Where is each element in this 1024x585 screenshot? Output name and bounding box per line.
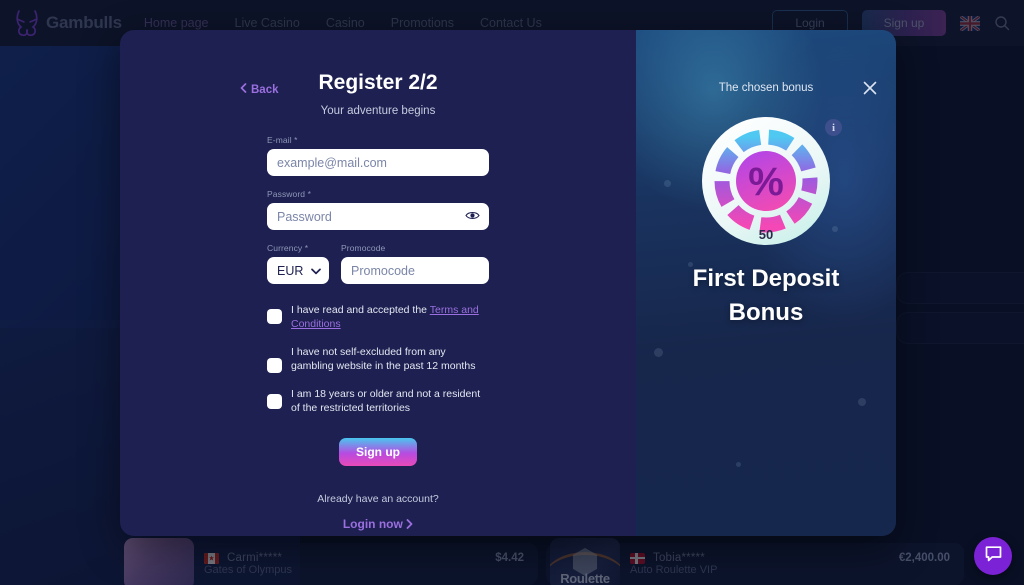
- bonus-title-line2: Bonus: [728, 299, 804, 327]
- page-title: Register 2/2: [318, 71, 438, 94]
- password-label: Password *: [267, 189, 311, 199]
- consent-checkboxes: I have read and accepted the Terms and C…: [267, 304, 489, 416]
- register-modal: Back Register 2/2 Your adventure begins …: [120, 30, 896, 536]
- checkbox-row-self-exclusion: I have not self-excluded from any gambli…: [267, 346, 489, 374]
- bubble-decoration: [858, 398, 866, 406]
- email-label: E-mail *: [267, 135, 298, 145]
- chevron-right-icon: [406, 517, 413, 531]
- eye-icon[interactable]: [465, 208, 480, 226]
- bubble-decoration: [654, 348, 663, 357]
- bonus-panel-title: The chosen bonus: [718, 82, 814, 94]
- app-root: Carmi***** $4.42 Gates of Olympus Roulet…: [0, 0, 1024, 585]
- email-input[interactable]: [267, 149, 489, 176]
- login-now-label: Login now: [342, 516, 403, 531]
- password-field-group: Password *: [267, 189, 489, 230]
- badge-percent-symbol: %: [748, 160, 784, 204]
- page-subtitle: Your adventure begins: [320, 105, 436, 117]
- checkbox-label-terms: I have read and accepted the Terms and C…: [291, 304, 479, 330]
- email-field-group: E-mail *: [267, 135, 489, 176]
- submit-signup-button[interactable]: Sign up: [339, 437, 417, 466]
- bonus-title: First Deposit Bonus: [636, 262, 896, 330]
- bonus-title-line1: First Deposit: [692, 265, 840, 292]
- bubble-decoration: [832, 226, 838, 232]
- already-have-account-text: Already have an account?: [317, 492, 439, 505]
- bonus-badge: i % 50: [700, 115, 842, 247]
- back-label: Back: [251, 83, 279, 96]
- password-input[interactable]: [267, 203, 489, 230]
- bubble-decoration: [664, 180, 671, 187]
- checkbox-row-age: I am 18 years or older and not a residen…: [267, 388, 489, 416]
- checkbox-terms[interactable]: [267, 309, 282, 324]
- bonus-panel: The chosen bonus i % 50 First Deposit Bo…: [636, 30, 896, 536]
- badge-value: 50: [759, 227, 773, 242]
- checkbox-self-exclusion[interactable]: [267, 357, 282, 373]
- bubble-decoration: [736, 462, 741, 467]
- currency-promo-row: Currency * EUR Promocode: [267, 243, 489, 284]
- checkbox-row-terms: I have read and accepted the Terms and C…: [267, 304, 489, 332]
- back-button[interactable]: Back: [240, 83, 279, 96]
- close-icon[interactable]: [863, 81, 877, 100]
- registration-form: E-mail * Password *: [267, 135, 489, 284]
- chat-bubble-icon: [984, 544, 1003, 568]
- promocode-field-group: Promocode: [341, 243, 489, 284]
- checkbox-label-self-exclusion: I have not self-excluded from any gambli…: [291, 345, 476, 372]
- currency-select[interactable]: EUR: [267, 257, 329, 284]
- currency-label: Currency *: [267, 243, 309, 253]
- chat-widget-button[interactable]: [974, 537, 1012, 575]
- currency-field-group: Currency * EUR: [267, 243, 329, 284]
- login-now-link[interactable]: Login now: [120, 517, 636, 531]
- promocode-label: Promocode: [341, 243, 386, 253]
- checkbox-age[interactable]: [267, 393, 282, 409]
- checkbox-label-age: I am 18 years or older and not a residen…: [291, 387, 481, 414]
- register-form-panel: Back Register 2/2 Your adventure begins …: [120, 30, 636, 536]
- promocode-input[interactable]: [341, 257, 489, 284]
- info-icon[interactable]: i: [825, 119, 842, 136]
- chevron-left-icon: [240, 83, 247, 96]
